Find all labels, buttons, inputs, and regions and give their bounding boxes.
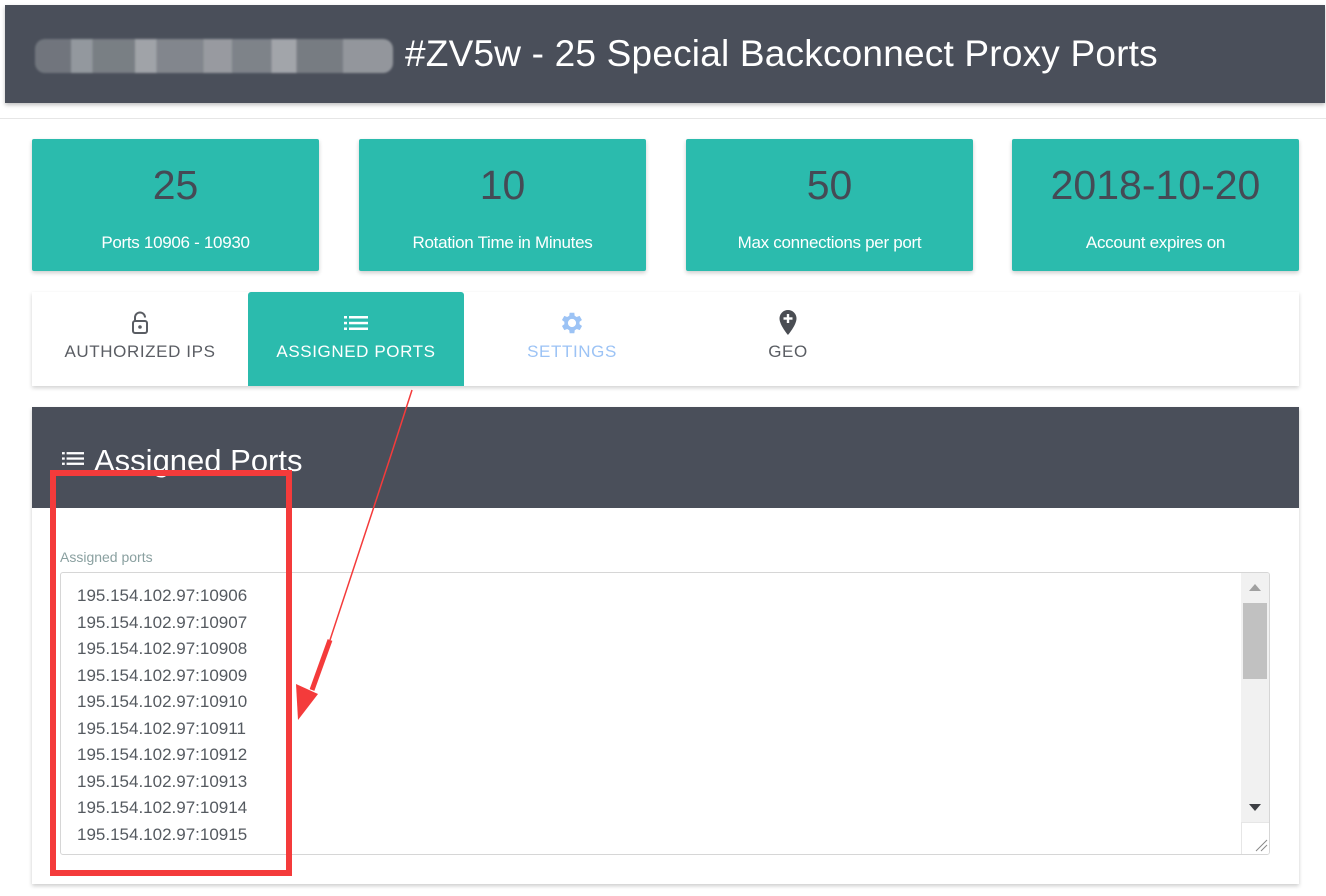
assigned-ports-label: Assigned ports <box>60 549 153 565</box>
tab-label: SETTINGS <box>527 342 617 361</box>
card-header: Assigned Ports <box>32 407 1299 508</box>
page-header: #ZV5w - 25 Special Backconnect Proxy Por… <box>5 5 1325 103</box>
card-title: Assigned Ports <box>94 442 303 478</box>
header-divider <box>0 118 1326 119</box>
stat-label: Ports 10906 - 10930 <box>101 233 250 252</box>
scrollbar[interactable] <box>1241 573 1269 823</box>
list-icon <box>62 451 84 471</box>
stat-value: 10 <box>479 162 526 208</box>
port-entry: 195.154.102.97:10911 <box>77 718 246 738</box>
stat-card-expiry: 2018-10-20 Account expires on <box>1012 139 1299 271</box>
location-add-icon <box>778 308 798 338</box>
list-icon <box>344 308 368 338</box>
stat-card-ports: 25 Ports 10906 - 10930 <box>32 139 319 271</box>
assigned-ports-card: Assigned Ports Assigned ports 195.154.10… <box>32 407 1299 884</box>
tab-authorized-ips[interactable]: AUTHORIZED IPS <box>32 292 248 386</box>
stat-label: Account expires on <box>1085 233 1226 252</box>
scroll-up-arrow-icon[interactable] <box>1249 584 1261 591</box>
stats-row: 25 Ports 10906 - 10930 10 Rotation Time … <box>32 139 1299 271</box>
tab-label: GEO <box>768 342 808 361</box>
tab-assigned-ports[interactable]: ASSIGNED PORTS <box>248 292 464 386</box>
tab-bar: AUTHORIZED IPS ASSIGNED PORTS SETTINGS G… <box>32 292 1299 386</box>
port-entry: 195.154.102.97:10906 <box>77 586 248 605</box>
blurred-account-name <box>35 39 393 73</box>
port-entry: 195.154.102.97:10909 <box>77 665 248 685</box>
page-title: #ZV5w - 25 Special Backconnect Proxy Por… <box>405 33 1158 74</box>
assigned-ports-textarea[interactable]: 195.154.102.97:10906 195.154.102.97:10907… <box>60 572 1270 855</box>
stat-value: 25 <box>152 162 199 208</box>
port-entry: 195.154.102.97:10915 <box>77 824 248 844</box>
stat-card-max-connections: 50 Max connections per port <box>686 139 973 271</box>
port-entry: 195.154.102.97:10908 <box>77 639 248 658</box>
stat-value: 2018-10-20 <box>1050 162 1261 208</box>
lock-open-icon <box>131 308 149 338</box>
tab-settings[interactable]: SETTINGS <box>464 292 680 386</box>
port-entry: 195.154.102.97:10907 <box>77 612 248 632</box>
stat-label: Rotation Time in Minutes <box>412 233 593 252</box>
tab-geo[interactable]: GEO <box>680 292 896 386</box>
port-entry: 195.154.102.97:10913 <box>77 771 248 791</box>
tab-label: AUTHORIZED IPS <box>64 342 216 361</box>
resize-handle-icon[interactable] <box>1241 822 1269 854</box>
stat-card-rotation: 10 Rotation Time in Minutes <box>359 139 646 271</box>
port-list: 195.154.102.97:10906 195.154.102.97:10907… <box>77 583 248 854</box>
stat-label: Max connections per port <box>737 233 922 252</box>
port-entry: 195.154.102.97:10916 <box>77 848 247 854</box>
scroll-thumb[interactable] <box>1243 603 1267 679</box>
stat-value: 50 <box>806 162 853 208</box>
gear-icon <box>558 308 586 338</box>
tab-label: ASSIGNED PORTS <box>276 342 436 361</box>
port-entry: 195.154.102.97:10914 <box>77 798 248 817</box>
port-entry: 195.154.102.97:10912 <box>77 745 248 764</box>
port-entry: 195.154.102.97:10910 <box>77 692 248 711</box>
scroll-down-arrow-icon[interactable] <box>1249 804 1261 811</box>
